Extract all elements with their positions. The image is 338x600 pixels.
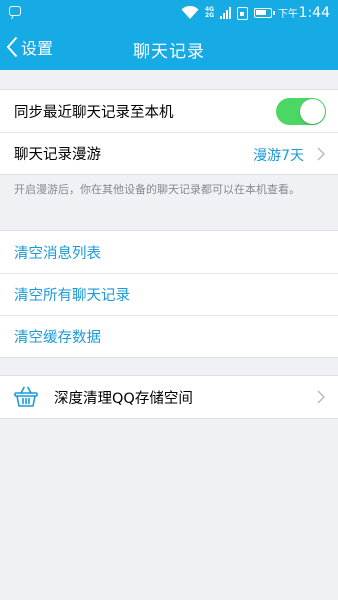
deep-clean-group: 深度清理QQ存储空间 (0, 375, 338, 419)
sim-card-icon (237, 6, 249, 20)
roaming-row[interactable]: 聊天记录漫游 漫游7天 (0, 132, 338, 174)
navigation-bar: 设置 聊天记录 (0, 25, 338, 70)
roaming-label: 聊天记录漫游 (14, 147, 101, 163)
clear-all-chat-history-button[interactable]: 清空所有聊天记录 (0, 273, 338, 315)
roaming-value: 漫游7天 (253, 148, 304, 164)
sync-toggle[interactable] (276, 98, 326, 125)
battery-icon (254, 8, 276, 18)
page-title: 聊天记录 (133, 42, 205, 62)
sync-row: 同步最近聊天记录至本机 (0, 90, 338, 132)
network-2g: 2G (204, 12, 215, 19)
sync-label: 同步最近聊天记录至本机 (14, 104, 174, 121)
status-bar: 4G 2G 下午 1:44 (0, 0, 338, 25)
deep-clean-row[interactable]: 深度清理QQ存储空间 (0, 376, 338, 418)
message-notification-icon (9, 6, 21, 16)
chevron-right-icon (317, 390, 326, 404)
clear-cache-button[interactable]: 清空缓存数据 (0, 315, 338, 357)
toggle-knob (300, 99, 325, 124)
sync-group: 同步最近聊天记录至本机 聊天记录漫游 漫游7天 (0, 89, 338, 175)
wifi-icon (181, 6, 199, 19)
clock: 1:44 (298, 5, 330, 21)
clear-message-list-button[interactable]: 清空消息列表 (0, 231, 338, 273)
roaming-description: 开启漫游后，你在其他设备的聊天记录都可以在本机查看。 (14, 183, 300, 196)
network-type: 4G 2G (205, 7, 214, 19)
signal-icon (220, 7, 232, 19)
time-period: 下午 (278, 9, 299, 20)
clear-actions-group: 清空消息列表 清空所有聊天记录 清空缓存数据 (0, 230, 338, 358)
chevron-right-icon (317, 147, 326, 161)
deep-clean-label: 深度清理QQ存储空间 (54, 390, 193, 407)
basket-icon (14, 386, 38, 407)
